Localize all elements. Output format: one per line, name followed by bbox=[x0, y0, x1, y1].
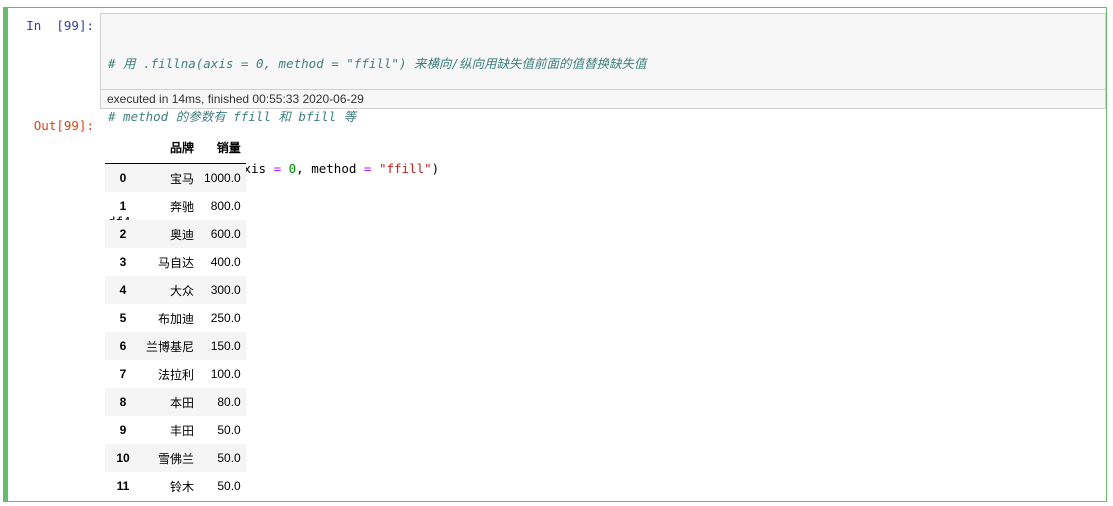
execution-info: executed in 14ms, finished 00:55:33 2020… bbox=[101, 89, 1105, 108]
row-index: 4 bbox=[119, 283, 127, 297]
table-row: 9 丰田 50.0 bbox=[105, 416, 246, 444]
code-line-comment-1: # 用 .fillna(axis = 0, method = "ffill") … bbox=[108, 56, 647, 71]
notebook-cell[interactable]: In [99]: # 用 .fillna(axis = 0, method = … bbox=[3, 7, 1107, 502]
cell-sales: 100.0 bbox=[210, 367, 241, 381]
code-line-comment-2: # method 的参数有 ffill 和 bfill 等 bbox=[108, 108, 357, 124]
cell-brand: 兰博基尼 bbox=[146, 339, 195, 354]
table-row: 6 兰博基尼 150.0 bbox=[105, 332, 246, 360]
cell-brand: 马自达 bbox=[158, 255, 195, 270]
row-index: 8 bbox=[119, 395, 127, 409]
cell-brand: 丰田 bbox=[170, 423, 195, 438]
output-prompt: Out[99]: bbox=[33, 118, 94, 133]
row-index: 3 bbox=[119, 255, 127, 269]
cell-brand: 大众 bbox=[170, 283, 195, 298]
cell-sales: 50.0 bbox=[217, 479, 241, 493]
cell-brand: 法拉利 bbox=[158, 367, 195, 382]
index-header bbox=[105, 132, 141, 164]
table-row: 2 奥迪 600.0 bbox=[105, 220, 246, 248]
cell-brand: 本田 bbox=[170, 395, 195, 410]
table-row: 8 本田 80.0 bbox=[105, 388, 246, 416]
cell-sales: 250.0 bbox=[210, 311, 241, 325]
row-index: 7 bbox=[119, 367, 127, 381]
row-index: 0 bbox=[119, 171, 127, 185]
column-header-sales: 销量 bbox=[199, 132, 246, 164]
row-index: 9 bbox=[119, 423, 127, 437]
cell-sales: 50.0 bbox=[217, 423, 241, 437]
cell-sales: 600.0 bbox=[210, 227, 241, 241]
cell-brand: 宝马 bbox=[170, 171, 195, 186]
code-input-area[interactable]: # 用 .fillna(axis = 0, method = "ffill") … bbox=[100, 13, 1106, 229]
cell-sales: 400.0 bbox=[210, 255, 241, 269]
cell-brand: 奥迪 bbox=[170, 227, 195, 242]
table-row: 7 法拉利 100.0 bbox=[105, 360, 246, 388]
row-index: 2 bbox=[119, 227, 127, 241]
row-index: 1 bbox=[119, 199, 127, 213]
column-header-brand: 品牌 bbox=[141, 132, 200, 164]
cell-sales: 300.0 bbox=[210, 283, 241, 297]
table-row: 1 奔驰 800.0 bbox=[105, 192, 246, 220]
cell-brand: 布加迪 bbox=[158, 311, 195, 326]
table-row: 11 铃木 50.0 bbox=[105, 472, 246, 500]
cell-brand: 铃木 bbox=[170, 479, 195, 494]
table-row: 3 马自达 400.0 bbox=[105, 248, 246, 276]
cell-brand: 雪佛兰 bbox=[158, 451, 195, 466]
cell-sales: 50.0 bbox=[217, 451, 241, 465]
row-index: 11 bbox=[116, 479, 130, 493]
table-row: 0 宝马 1000.0 bbox=[105, 163, 246, 192]
table-row: 10 雪佛兰 50.0 bbox=[105, 444, 246, 472]
input-prompt: In [99]: bbox=[26, 18, 94, 33]
table-header-row: 品牌 销量 bbox=[105, 132, 246, 164]
cell-sales: 150.0 bbox=[210, 339, 241, 353]
cell-brand: 奔驰 bbox=[170, 199, 195, 214]
row-index: 6 bbox=[119, 339, 127, 353]
table-body: 0 宝马 1000.0 1 奔驰 800.0 2 奥迪 600.0 3 马自达 400.0 4 大众 300… bbox=[105, 163, 246, 501]
table-row: 5 布加迪 250.0 bbox=[105, 304, 246, 332]
row-index: 5 bbox=[119, 311, 127, 325]
cell-sales: 800.0 bbox=[210, 199, 241, 213]
dataframe-output: 品牌 销量 0 宝马 1000.0 1 奔驰 800.0 2 奥迪 600.0 3 马自达 400.0… bbox=[105, 132, 246, 500]
cell-sales: 1000.0 bbox=[204, 171, 241, 185]
cell-sales: 80.0 bbox=[217, 395, 241, 409]
row-index: 10 bbox=[116, 451, 130, 465]
table-row: 4 大众 300.0 bbox=[105, 276, 246, 304]
